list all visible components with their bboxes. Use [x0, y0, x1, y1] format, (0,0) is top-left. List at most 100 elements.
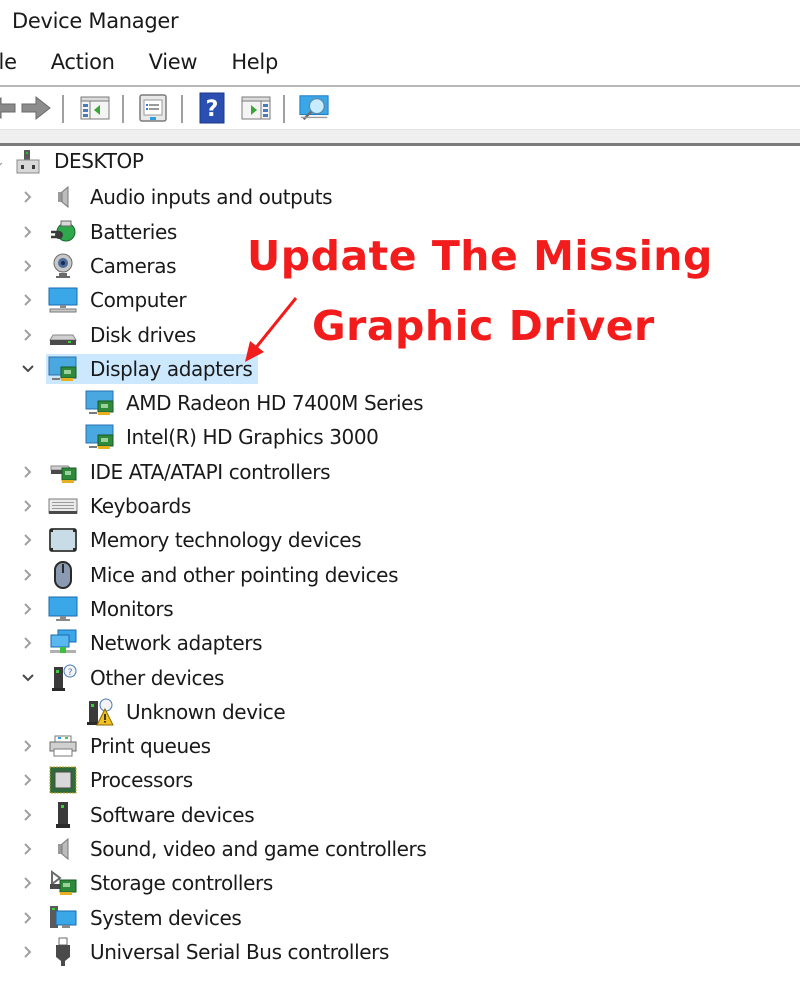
warning-device-icon: [85, 697, 115, 727]
tree-category-label: Monitors: [90, 597, 174, 621]
toolbar-strip: [0, 129, 800, 143]
network-adapter-icon: [48, 628, 78, 658]
menu-help[interactable]: Help: [229, 50, 280, 80]
toolbar-separator: [122, 95, 124, 123]
tree-category-label: Storage controllers: [90, 871, 273, 895]
tree-category-label: Network adapters: [90, 631, 263, 655]
memory-device-icon: [48, 525, 78, 555]
forward-arrow-icon: [21, 95, 51, 121]
annotation-line-1: Update The Missing: [247, 232, 713, 280]
tree-category-label: Memory technology devices: [90, 528, 362, 552]
display-adapter-icon: [48, 354, 78, 384]
chevron-right-icon[interactable]: [20, 464, 36, 480]
tree-category[interactable]: Processors: [0, 763, 800, 795]
chevron-right-icon[interactable]: [20, 910, 36, 926]
mouse-icon: [48, 560, 78, 590]
battery-icon: [48, 217, 78, 247]
tree-category-label: System devices: [90, 906, 242, 930]
tree-category-label: Sound, video and game controllers: [90, 837, 427, 861]
chevron-right-icon[interactable]: [20, 532, 36, 548]
tree-category[interactable]: IDE ATA/ATAPI controllers: [0, 455, 800, 487]
arrow-head-icon: [245, 341, 264, 362]
tree-category[interactable]: Software devices: [0, 798, 800, 830]
tree-device-label: Unknown device: [126, 700, 286, 724]
show-hide-action-pane-icon: [241, 96, 271, 120]
menu-view[interactable]: View: [147, 50, 200, 80]
tree-category-label: Display adapters: [90, 357, 253, 381]
tree-category[interactable]: Print queues: [0, 729, 800, 761]
chevron-right-icon[interactable]: [20, 292, 36, 308]
tree-category[interactable]: Mice and other pointing devices: [0, 558, 800, 590]
menu-file[interactable]: ile: [0, 50, 19, 80]
storage-controller-icon: [48, 868, 78, 898]
tree-category[interactable]: Universal Serial Bus controllers: [0, 935, 800, 967]
back-button[interactable]: [0, 93, 18, 123]
properties-button[interactable]: [137, 93, 169, 123]
tree-category-label: Print queues: [90, 734, 211, 758]
speaker-icon: [48, 834, 78, 864]
tree-category[interactable]: Network adapters: [0, 626, 800, 658]
display-adapter-icon: [85, 388, 115, 418]
tree-category[interactable]: ? Other devices: [0, 661, 800, 693]
chevron-right-icon[interactable]: [20, 567, 36, 583]
tree-category[interactable]: Monitors: [0, 592, 800, 624]
tree-device[interactable]: AMD Radeon HD 7400M Series: [0, 386, 800, 418]
tree-device-label: AMD Radeon HD 7400M Series: [126, 391, 424, 415]
toolbar-separator: [62, 95, 64, 123]
annotation-line-2: Graphic Driver: [312, 302, 655, 350]
chevron-down-icon[interactable]: [20, 670, 36, 686]
tree-category[interactable]: System devices: [0, 901, 800, 933]
chevron-right-icon[interactable]: [20, 944, 36, 960]
chevron-right-icon[interactable]: [20, 258, 36, 274]
tree-category-label: Audio inputs and outputs: [90, 185, 333, 209]
chevron-right-icon[interactable]: [20, 807, 36, 823]
chevron-right-icon[interactable]: [20, 498, 36, 514]
webcam-icon: [48, 251, 78, 281]
chevron-right-icon[interactable]: [20, 772, 36, 788]
chevron-right-icon[interactable]: [20, 189, 36, 205]
svg-text:?: ?: [206, 97, 219, 122]
tree-category-label: Other devices: [90, 666, 225, 690]
svg-text:?: ?: [68, 668, 73, 678]
chevron-down-icon[interactable]: ⌄: [0, 154, 7, 170]
chevron-right-icon[interactable]: [20, 738, 36, 754]
tree-device[interactable]: Intel(R) HD Graphics 3000: [0, 420, 800, 452]
tree-category[interactable]: Memory technology devices: [0, 523, 800, 555]
unknown-device-icon: ?: [48, 663, 78, 693]
chevron-right-icon[interactable]: [20, 327, 36, 343]
tree-category-label: Disk drives: [90, 323, 196, 347]
tree-category-label: Computer: [90, 288, 187, 312]
scan-hardware-changes-button[interactable]: [298, 93, 330, 123]
tree-category[interactable]: Storage controllers: [0, 866, 800, 898]
tree-category-label: Software devices: [90, 803, 255, 827]
tree-category-label: Batteries: [90, 220, 177, 244]
show-hide-action-pane-button[interactable]: [240, 93, 272, 123]
printer-icon: [48, 731, 78, 761]
chevron-right-icon[interactable]: [20, 224, 36, 240]
tree-device[interactable]: Unknown device: [0, 695, 800, 727]
chevron-right-icon[interactable]: [20, 875, 36, 891]
chevron-right-icon[interactable]: [20, 841, 36, 857]
annotation-arrow: [245, 297, 298, 362]
ide-controller-icon: [48, 457, 78, 487]
properties-icon: [139, 94, 167, 122]
tree-category-label: Keyboards: [90, 494, 191, 518]
computer-icon: [48, 285, 78, 315]
tree-category-label: IDE ATA/ATAPI controllers: [90, 460, 331, 484]
tree-category[interactable]: Keyboards: [0, 489, 800, 521]
computer-tower-icon: [13, 147, 43, 177]
chevron-right-icon[interactable]: [20, 635, 36, 651]
usb-icon: [48, 937, 78, 967]
help-button[interactable]: ?: [196, 92, 228, 124]
menu-action[interactable]: Action: [49, 50, 117, 80]
show-hide-console-tree-button[interactable]: [79, 93, 111, 123]
forward-button[interactable]: [20, 93, 52, 123]
chevron-down-icon[interactable]: [20, 361, 36, 377]
monitor-icon: [48, 594, 78, 624]
tree-category[interactable]: Display adapters: [0, 352, 800, 384]
tree-root[interactable]: ⌄ DESKTOP: [0, 146, 200, 178]
tree-category[interactable]: Sound, video and game controllers: [0, 832, 800, 864]
tree-category[interactable]: Audio inputs and outputs: [0, 180, 800, 212]
chevron-right-icon[interactable]: [20, 601, 36, 617]
toolbar-separator: [283, 95, 285, 123]
